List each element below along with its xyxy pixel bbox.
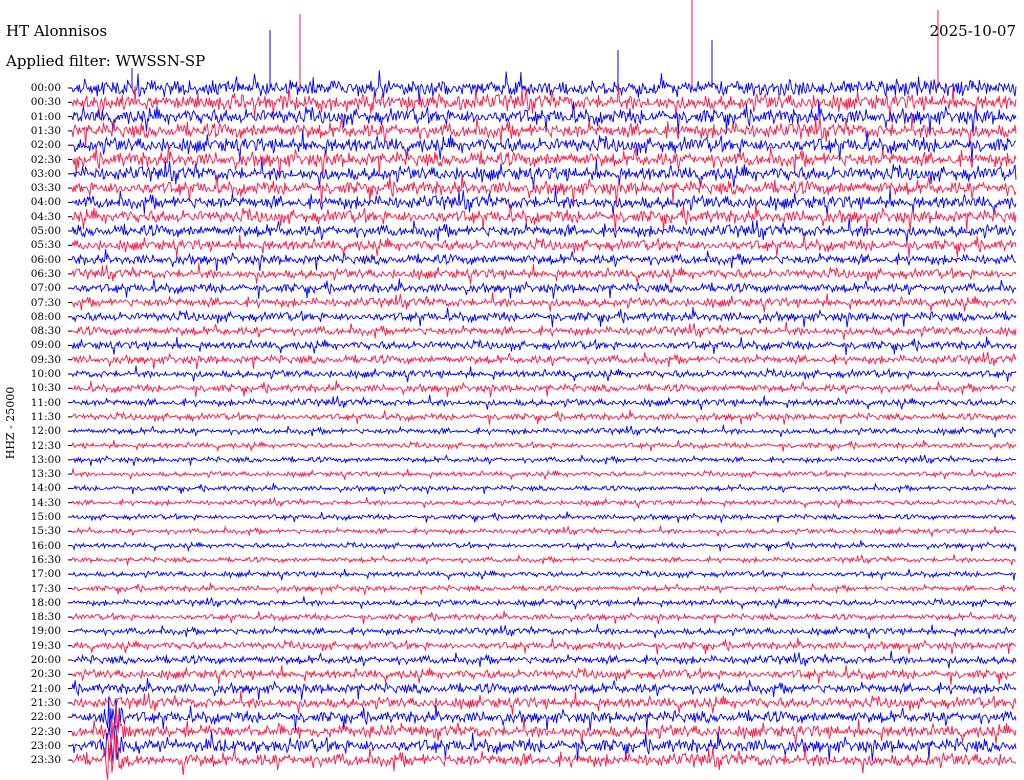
- trace-line: [71, 394, 1017, 411]
- trace-line: [71, 380, 1017, 397]
- trace-line: [71, 468, 1016, 481]
- time-tick-label: 19:00: [30, 625, 61, 638]
- trace-line: [72, 321, 1017, 340]
- trace-line: [71, 677, 1017, 701]
- time-tick-label: 01:30: [30, 124, 61, 137]
- helicorder-plot: [68, 0, 1017, 780]
- date-label: 2025-10-07: [929, 22, 1016, 40]
- time-tick-label: 14:30: [30, 496, 61, 509]
- time-tick-label: 06:00: [30, 253, 61, 266]
- time-tick-label: 22:00: [30, 711, 61, 724]
- time-tick-label: 17:30: [30, 582, 61, 595]
- trace-line: [71, 482, 1017, 495]
- time-tick-label: 05:30: [30, 239, 61, 252]
- trace-line: [71, 352, 1017, 370]
- time-tick-label: 03:00: [30, 167, 61, 180]
- trace-line: [71, 610, 1017, 624]
- trace-line: [71, 202, 1017, 232]
- trace-line: [71, 665, 1017, 685]
- helicorder-page: HT Alonnisos Applied filter: WWSSN-SP 20…: [0, 0, 1024, 780]
- trace-line: [71, 409, 1017, 425]
- time-tick-label: 08:00: [30, 310, 61, 323]
- trace-line: [71, 582, 1017, 595]
- time-tick-label: 13:30: [30, 468, 61, 481]
- time-tick-label: 17:00: [30, 568, 61, 581]
- trace-line: [71, 263, 1017, 285]
- trace-line: [71, 365, 1017, 383]
- trace-line: [71, 307, 1017, 328]
- trace-line: [71, 454, 1017, 466]
- time-tick-label: 03:30: [30, 182, 61, 195]
- time-tick-label: 18:30: [30, 611, 61, 624]
- time-tick-label: 09:00: [30, 339, 61, 352]
- time-tick-label: 21:00: [30, 682, 61, 695]
- time-tick-label: 23:30: [30, 754, 61, 767]
- time-tick-label: 01:00: [30, 110, 61, 123]
- time-tick-label: 20:30: [30, 668, 61, 681]
- trace-line: [71, 234, 1017, 258]
- time-tick-label: 16:30: [30, 553, 61, 566]
- trace-line: [71, 217, 1017, 244]
- time-tick-label: 05:00: [30, 225, 61, 237]
- time-tick-label: 02:00: [30, 139, 61, 152]
- time-tick-label: 00:30: [30, 96, 61, 109]
- trace-line: [71, 496, 1017, 510]
- time-tick-label: 15:30: [30, 525, 61, 538]
- trace-line: [71, 292, 1017, 313]
- trace-line: [71, 540, 1017, 553]
- time-tick-label: 16:00: [30, 539, 61, 552]
- time-tick-label: 22:30: [30, 725, 61, 738]
- time-tick-label: 02:30: [30, 153, 61, 166]
- time-tick-label: 10:00: [30, 368, 61, 380]
- time-tick-label: 20:00: [30, 654, 61, 666]
- trace-line: [71, 248, 1017, 272]
- time-tick-label: 14:00: [30, 482, 61, 495]
- trace-line: [71, 690, 1017, 715]
- channel-axis-label: HHZ - 25000: [4, 386, 17, 460]
- time-tick-label: 18:00: [30, 596, 61, 609]
- trace-line: [71, 596, 1017, 611]
- time-tick-label: 08:30: [30, 325, 61, 338]
- station-title: HT Alonnisos: [6, 22, 108, 40]
- time-tick-label: 06:30: [30, 267, 61, 280]
- time-tick-label: 00:00: [30, 82, 61, 94]
- filter-label: Applied filter: WWSSN-SP: [6, 52, 206, 70]
- time-tick-label: 23:00: [30, 739, 61, 752]
- time-tick-label: 04:30: [30, 210, 61, 223]
- trace-line: [71, 568, 1017, 581]
- trace-line: [71, 278, 1017, 299]
- trace-line: [71, 524, 1017, 537]
- time-tick-label: 21:30: [30, 696, 61, 709]
- trace-line: [71, 553, 1017, 566]
- time-tick-label: 15:00: [30, 511, 61, 523]
- trace-line: [71, 637, 1017, 655]
- trace-line: [71, 623, 1017, 639]
- trace-line: [71, 424, 1017, 438]
- trace-line: [71, 336, 1017, 355]
- trace-line: [71, 650, 1017, 669]
- trace-line: [71, 439, 1017, 453]
- time-tick-label: 07:30: [30, 296, 61, 309]
- time-tick-label: 09:30: [30, 353, 61, 366]
- time-tick-label: 19:30: [30, 639, 61, 652]
- trace-line: [71, 511, 1017, 523]
- time-tick-label: 07:00: [30, 282, 61, 295]
- trace-line: [71, 173, 1017, 204]
- time-tick-label: 04:00: [30, 196, 61, 209]
